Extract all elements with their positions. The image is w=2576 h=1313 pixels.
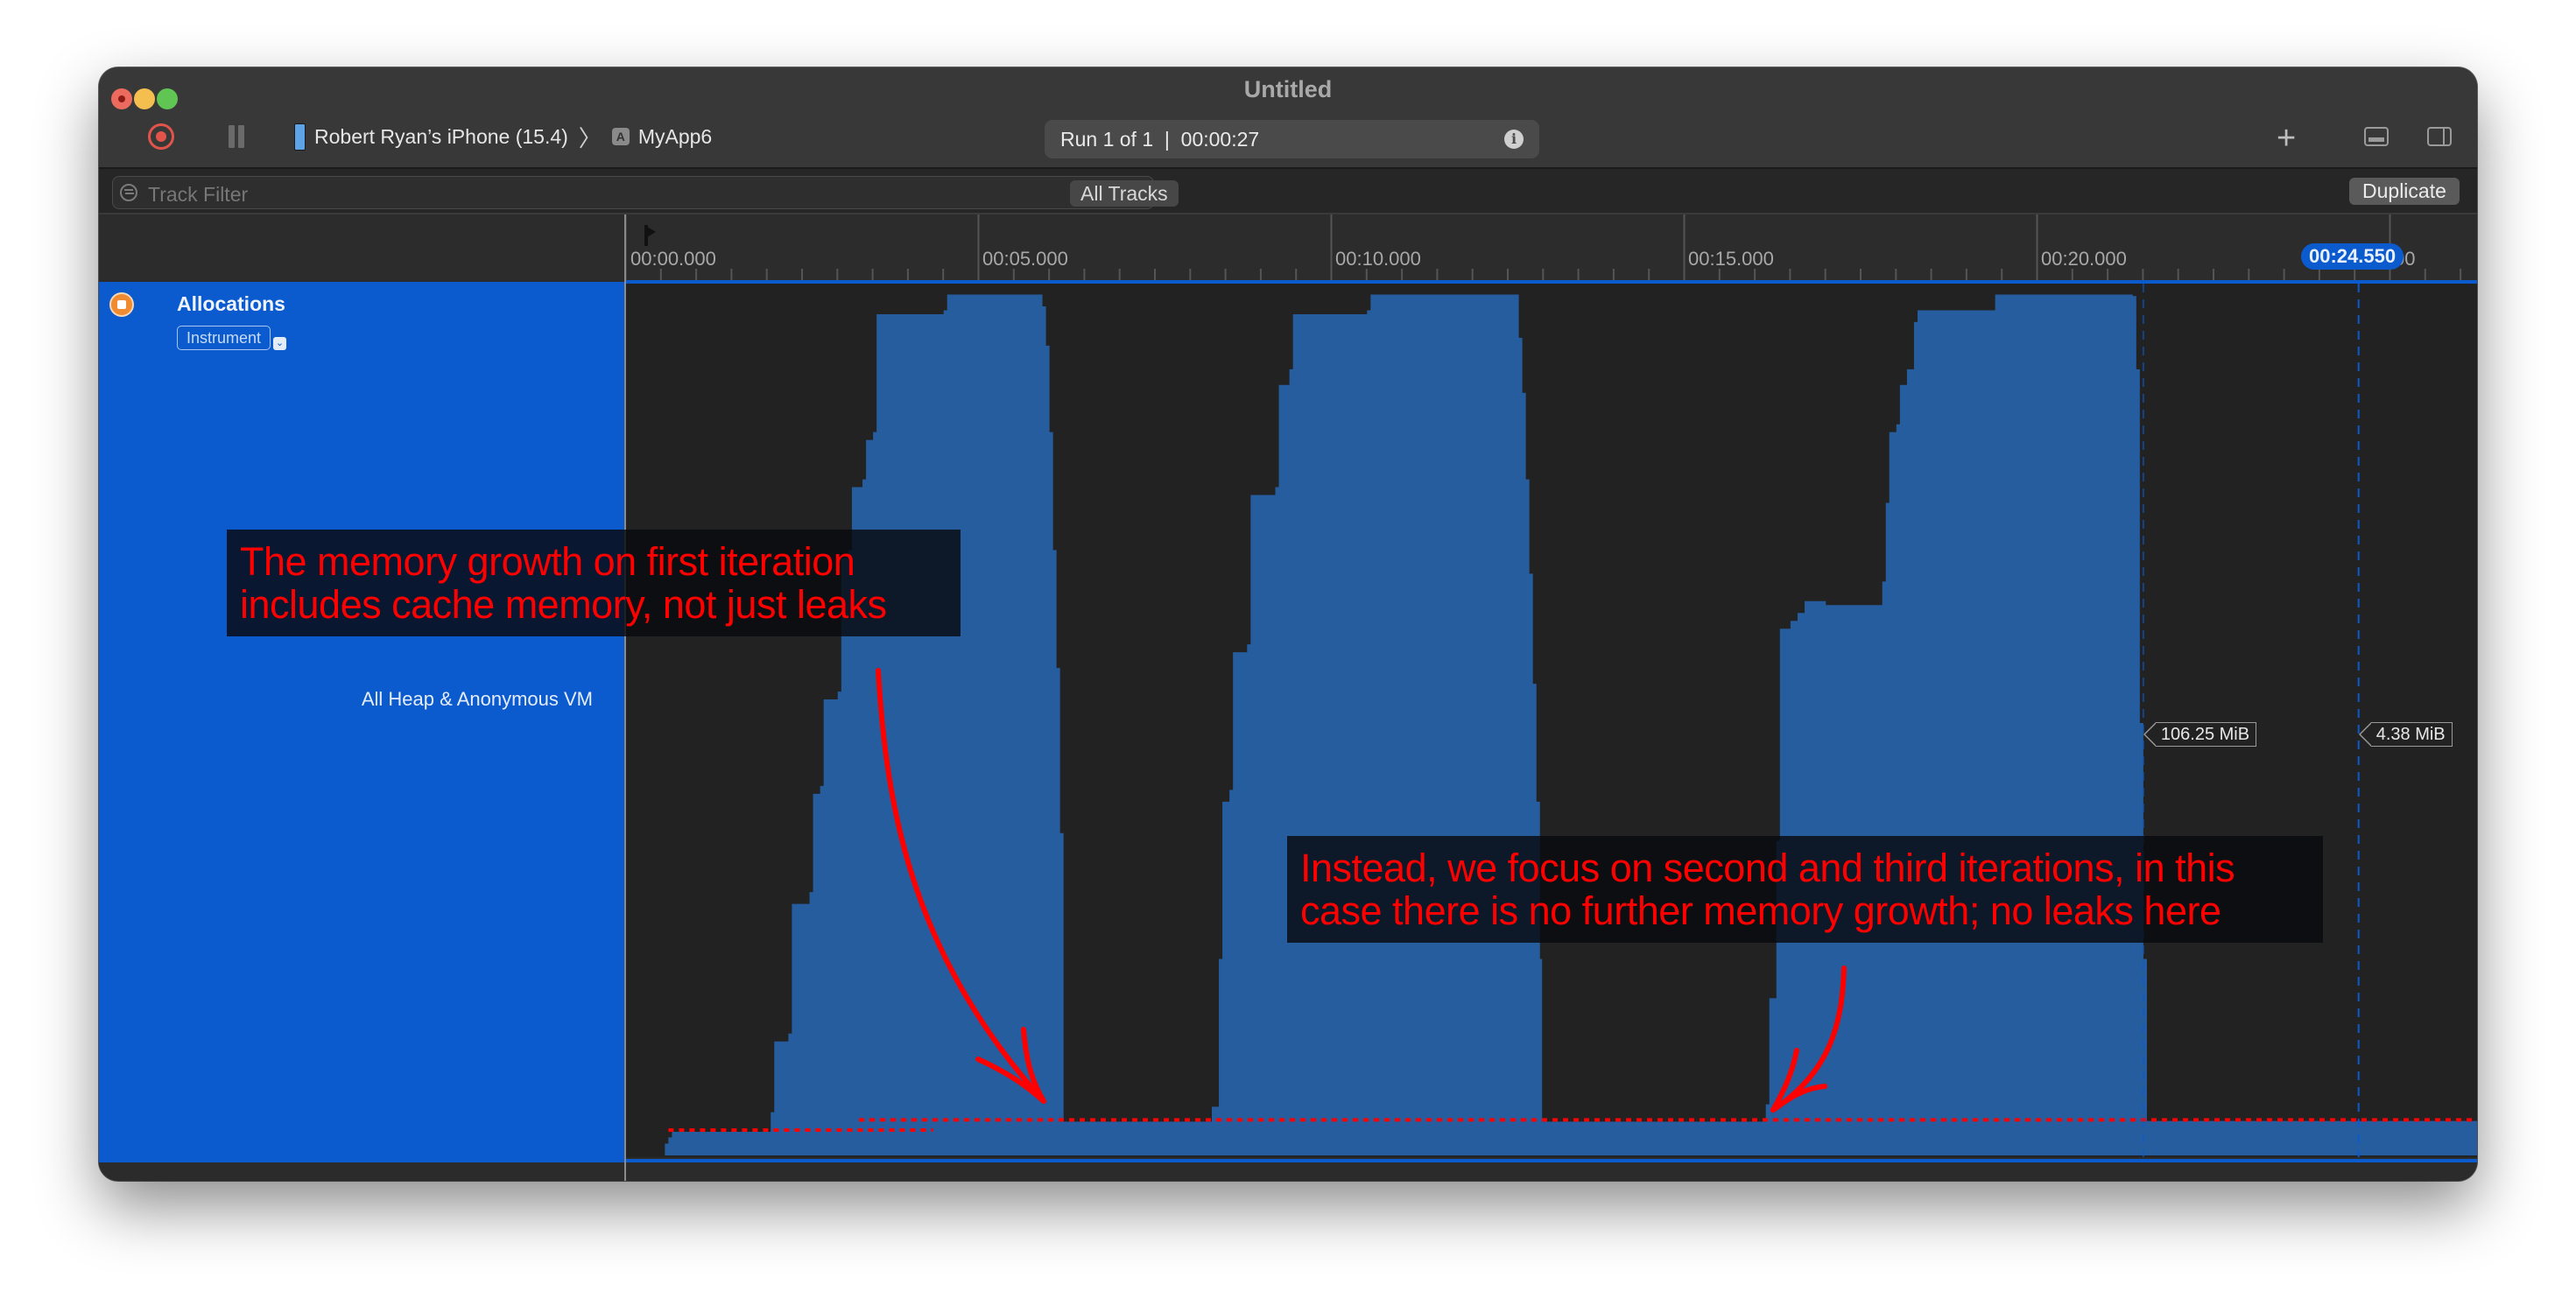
add-instrument-button[interactable]: + (2277, 122, 2296, 155)
playhead-time-badge[interactable]: 00:24.550 (2301, 243, 2404, 270)
bottom-strip (99, 1159, 2477, 1181)
allocations-instrument-icon (109, 292, 134, 317)
info-icon[interactable]: i (1504, 130, 1524, 149)
allocations-graph-svg (626, 284, 2477, 1157)
annotation-line: Instead, we focus on second and third it… (1300, 846, 2235, 890)
track-filter-input[interactable] (146, 181, 1113, 207)
ruler-label-5: 00:05.000 (982, 248, 1068, 270)
annotation-later-iterations: Instead, we focus on second and third it… (1287, 836, 2323, 943)
series-label: All Heap & Anonymous VM (361, 688, 593, 710)
app-name: MyApp6 (637, 124, 713, 148)
ruler-label-0: 00:00.000 (630, 248, 716, 270)
annotation-line: includes cache memory, not just leaks (240, 582, 887, 627)
duplicate-button[interactable]: Duplicate (2349, 178, 2460, 205)
annotation-line: case there is no further memory growth; … (1300, 888, 2221, 933)
ruler-label-15: 00:15.000 (1688, 248, 1774, 270)
device-name: Robert Ryan’s iPhone (15.4) (314, 124, 568, 148)
instrument-name: Allocations (177, 292, 285, 315)
chevron-down-icon[interactable]: ⌄ (273, 337, 286, 350)
run-status-pill[interactable]: Run 1 of 1 | 00:00:27 i (1045, 120, 1539, 158)
target-selector[interactable]: Robert Ryan’s iPhone (15.4) 〉 A MyApp6 (294, 123, 712, 151)
filter-bar: All Tracks Duplicate (99, 169, 2477, 214)
iphone-icon (294, 123, 306, 151)
app-store-icon: A (611, 128, 630, 145)
track-filter-field[interactable] (112, 176, 1154, 209)
bottom-strip-sidebar (99, 1162, 624, 1181)
annotation-line: The memory growth on first iteration (240, 539, 855, 584)
ruler-label-20: 00:20.000 (2041, 248, 2127, 270)
timeline-ruler[interactable]: 00:00.000 00:05.000 00:10.000 00:15.000 … (625, 214, 2477, 284)
ruler-label-10: 00:10.000 (1335, 248, 1421, 270)
toggle-detail-panel-icon[interactable] (2364, 127, 2389, 146)
value-tag-peak: 106.25 MiB (2143, 722, 2257, 747)
allocations-graph[interactable]: 106.25 MiB 4.38 MiB (626, 284, 2477, 1157)
pause-button[interactable] (227, 125, 246, 148)
value-tag-playhead: 4.38 MiB (2358, 722, 2453, 747)
all-tracks-button[interactable]: All Tracks (1070, 180, 1179, 207)
title-bar: Untitled Robert Ryan’s iPhone (15.4) 〉 A… (99, 67, 2477, 169)
track-header-allocations[interactable]: Allocations Instrument ⌄ All Heap & Anon… (99, 282, 624, 1159)
filter-icon (120, 184, 137, 201)
breadcrumb-chevron-icon: 〉 (578, 124, 602, 151)
toggle-inspector-panel-icon[interactable] (2427, 127, 2452, 146)
record-button[interactable] (148, 123, 174, 150)
annotation-first-iteration: The memory growth on first iteration inc… (227, 530, 961, 636)
sidebar-divider[interactable] (624, 214, 626, 1181)
instrument-type-badge[interactable]: Instrument (177, 326, 271, 350)
run-status-text: Run 1 of 1 | 00:00:27 (1060, 128, 1260, 151)
sidebar-ruler-spacer (99, 214, 624, 280)
ruler-ticks (625, 214, 2462, 280)
window-title: Untitled (1243, 76, 1333, 102)
